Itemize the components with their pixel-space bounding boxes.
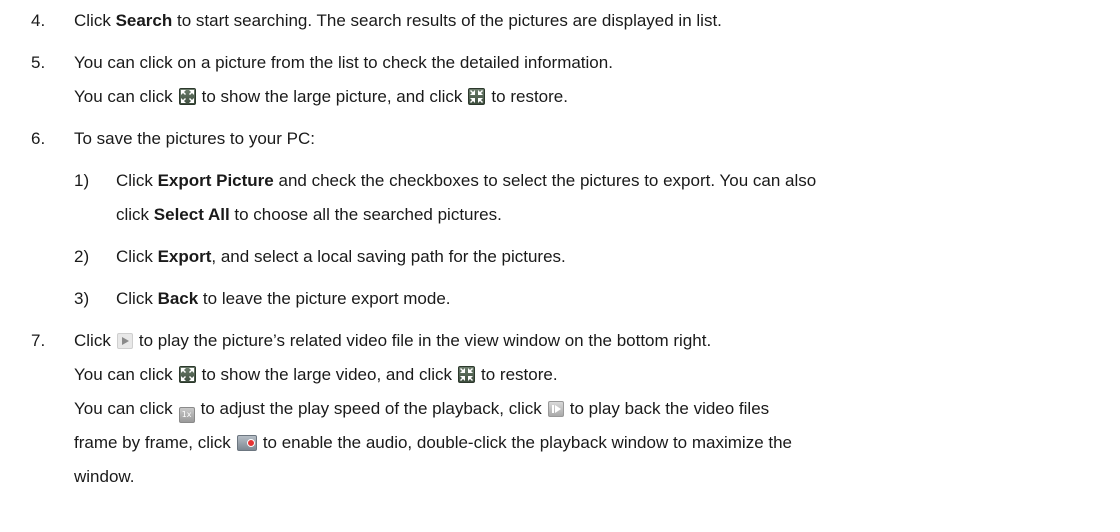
play-icon (116, 333, 133, 349)
mute-dot (246, 439, 255, 447)
text-run: frame by frame, click (74, 433, 231, 452)
step-number: 4. (31, 11, 46, 30)
text-run: to restore. (491, 87, 568, 106)
frame-icon (547, 401, 564, 417)
text-run: to play the picture’s related video file… (138, 331, 712, 350)
ui-term: Export Picture (157, 171, 274, 190)
fullscreen-icon (178, 366, 196, 383)
step-text-line: frame by frame, click to enable the audio… (74, 432, 792, 454)
text-run: to show the large video, and click (201, 365, 453, 384)
text-run: window. (74, 467, 135, 486)
ui-term: Search (115, 11, 173, 30)
restore-icon (458, 366, 476, 383)
step-text-line: Click Export, and select a local saving … (116, 246, 566, 268)
text-run: to play back the video files (569, 399, 770, 418)
step-text-line: You can click to show the large video, an… (74, 364, 558, 386)
step-text-line: To save the pictures to your PC: (74, 128, 315, 150)
step-number: 7. (31, 331, 46, 350)
step-number: 6. (31, 129, 46, 148)
text-run: Click (116, 171, 158, 190)
restore-icon (468, 88, 486, 105)
step-number: 3) (74, 289, 90, 308)
step-text-line: You can click on a picture from the list… (74, 52, 613, 74)
step-text-line: Click to play the picture’s related video… (74, 330, 711, 352)
ui-term: Export (157, 247, 212, 266)
step-text-line: You can click 1x to adjust the play speed … (74, 398, 770, 423)
text-run: to leave the picture export mode. (198, 289, 451, 308)
text-run: Click (116, 289, 158, 308)
text-run: to restore. (481, 365, 558, 384)
step-text-line: click Select All to choose all the searc… (116, 204, 502, 226)
text-run: Click (116, 247, 158, 266)
fullscreen-icon (178, 88, 196, 105)
text-run: to adjust the play speed of the playback… (200, 399, 542, 418)
step-text-line: Click Back to leave the picture export m… (116, 288, 451, 310)
ui-term: Select All (153, 205, 230, 224)
step-text-line: Click Search to start searching. The sea… (74, 10, 722, 32)
step-text-line: Click Export Picture and check the check… (116, 170, 816, 192)
speed-icon: 1x (178, 407, 195, 423)
step-text-line: window. (74, 466, 134, 488)
text-run: , and select a local saving path for the… (211, 247, 566, 266)
step-number: 5. (31, 53, 46, 72)
text-run: To save the pictures to your PC: (74, 129, 315, 148)
text-run: Click (74, 331, 111, 350)
text-run: You can click (74, 365, 173, 384)
text-run: to start searching. The search results o… (172, 11, 722, 30)
ui-term: Back (157, 289, 199, 308)
text-run: to choose all the searched pictures. (229, 205, 502, 224)
text-run: and check the checkboxes to select the p… (273, 171, 817, 190)
text-run: to show the large picture, and click (201, 87, 463, 106)
text-run: to enable the audio, double-click the pl… (262, 433, 793, 452)
text-run: You can click (74, 87, 173, 106)
text-run: You can click on a picture from the list… (74, 53, 613, 72)
text-run: You can click (74, 399, 173, 418)
text-run: click (116, 205, 154, 224)
text-run: Click (74, 11, 116, 30)
step-number: 2) (74, 247, 90, 266)
step-text-line: You can click to show the large picture, … (74, 86, 568, 108)
step-number: 1) (74, 171, 90, 190)
audio-icon (236, 435, 257, 451)
